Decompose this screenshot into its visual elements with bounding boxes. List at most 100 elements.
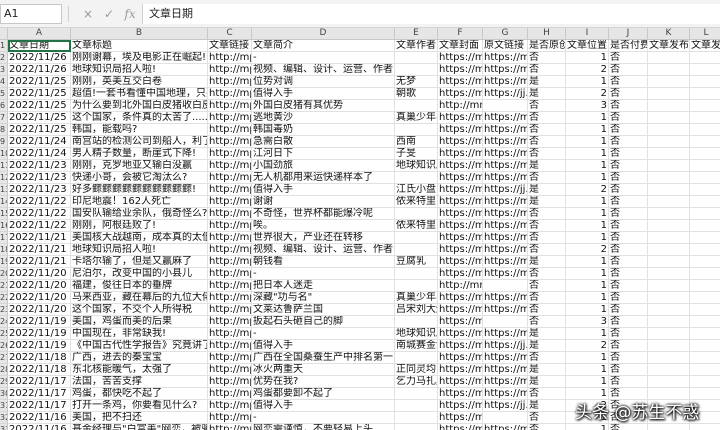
column-header-i[interactable]: I xyxy=(566,28,609,40)
table-cell[interactable]: 是 xyxy=(528,256,566,268)
table-cell[interactable]: 急需白散 xyxy=(252,136,395,148)
table-cell[interactable]: 1 xyxy=(566,376,609,388)
table-cell[interactable] xyxy=(395,244,438,256)
column-header-f[interactable]: F xyxy=(438,28,483,40)
table-cell[interactable]: http://mp. xyxy=(208,424,252,430)
row-header[interactable]: 7 xyxy=(0,112,8,124)
table-cell[interactable]: 2022/11/26 xyxy=(8,64,71,76)
table-cell[interactable]: http://mp. xyxy=(208,220,252,232)
table-cell[interactable]: 2022/11/19 xyxy=(8,316,71,328)
row-header[interactable]: 16 xyxy=(0,220,8,232)
table-cell[interactable]: https://mm xyxy=(438,292,483,304)
table-cell[interactable]: 否 xyxy=(528,52,566,64)
table-cell[interactable]: http://mp. xyxy=(208,280,252,292)
table-cell[interactable] xyxy=(690,364,720,376)
table-cell[interactable]: 2022/11/18 xyxy=(8,352,71,364)
table-cell[interactable]: 否 xyxy=(609,304,648,316)
table-cell[interactable]: http://mp. xyxy=(208,52,252,64)
table-cell[interactable]: 把日本人迷走 xyxy=(252,280,395,292)
table-cell[interactable]: 2022/11/20 xyxy=(8,280,71,292)
table-cell[interactable]: 地球知识局 xyxy=(395,328,438,340)
table-cell[interactable]: https://mp xyxy=(483,208,528,220)
table-cell[interactable]: 刚刚，英美互交白卷 xyxy=(71,76,208,88)
table-cell[interactable]: 2022/11/20 xyxy=(8,268,71,280)
table-cell[interactable]: 刚刚谢幕，埃及电影正在崛起! xyxy=(71,52,208,64)
table-cell[interactable]: 否 xyxy=(528,124,566,136)
table-cell[interactable]: 南城赛金剑 xyxy=(395,340,438,352)
table-cell[interactable]: 卡塔尔输了，但是又赢麻了 xyxy=(71,256,208,268)
table-cell[interactable]: 这个国家，条件真的太苦了...... xyxy=(71,112,208,124)
table-cell[interactable]: 国安队输给业余队，俄奇怪么? xyxy=(71,208,208,220)
table-cell[interactable]: https://mp xyxy=(483,352,528,364)
table-cell[interactable] xyxy=(690,256,720,268)
row-header[interactable]: 22 xyxy=(0,292,8,304)
table-cell[interactable]: http://mp. xyxy=(208,124,252,136)
table-cell[interactable] xyxy=(395,208,438,220)
table-cell[interactable]: 否 xyxy=(609,184,648,196)
table-cell[interactable]: 扳起石头砸自己的脚 xyxy=(252,316,395,328)
table-cell[interactable]: 文莱达鲁萨兰国 xyxy=(252,304,395,316)
table-cell[interactable] xyxy=(690,136,720,148)
table-cell[interactable] xyxy=(395,64,438,76)
table-cell[interactable]: 2022/11/21 xyxy=(8,244,71,256)
row-header[interactable]: 12 xyxy=(0,172,8,184)
table-cell[interactable] xyxy=(395,424,438,430)
table-cell[interactable]: 2022/11/25 xyxy=(8,112,71,124)
header-cell[interactable]: 文章位置 xyxy=(566,40,609,52)
table-cell[interactable]: 2022/11/23 xyxy=(8,160,71,172)
table-cell[interactable]: 值得入手 xyxy=(252,400,395,412)
table-cell[interactable]: 2022/11/21 xyxy=(8,256,71,268)
table-cell[interactable]: http://mp. xyxy=(208,400,252,412)
table-cell[interactable] xyxy=(648,64,690,76)
table-cell[interactable]: https://jj.yo xyxy=(483,88,528,100)
table-cell[interactable]: 广西，进去的秦宝宝 xyxy=(71,352,208,364)
spreadsheet-grid[interactable]: ABCDEFGHIJKLM1文章日期文章标题文章链接文章简介文章作者文章封面原文… xyxy=(0,28,720,430)
table-cell[interactable]: 是 xyxy=(528,376,566,388)
table-cell[interactable]: https://mm xyxy=(438,160,483,172)
table-cell[interactable] xyxy=(483,100,528,112)
table-cell[interactable] xyxy=(690,232,720,244)
table-cell[interactable]: 否 xyxy=(609,160,648,172)
table-cell[interactable]: 朝歌 xyxy=(395,88,438,100)
row-header[interactable]: 10 xyxy=(0,148,8,160)
table-cell[interactable]: 网恋需谨慎，不要轻易上头 xyxy=(252,424,395,430)
table-cell[interactable]: 鸡蛋，都快吃不起了 xyxy=(71,388,208,400)
table-cell[interactable] xyxy=(395,316,438,328)
table-cell[interactable]: 2022/11/24 xyxy=(8,148,71,160)
header-cell[interactable]: 文章链接 xyxy=(208,40,252,52)
table-cell[interactable]: 快递小哥，会被它淘汰么? xyxy=(71,172,208,184)
table-cell[interactable] xyxy=(648,328,690,340)
table-cell[interactable]: https://mp xyxy=(483,112,528,124)
table-cell[interactable]: 基金经理与"白富美"网恋，被骗走 xyxy=(71,424,208,430)
table-cell[interactable]: 地球知识局招人啦! xyxy=(71,244,208,256)
table-cell[interactable]: 刚刚，克罗地亚又输白没赢 xyxy=(71,160,208,172)
row-header[interactable]: 23 xyxy=(0,304,8,316)
table-cell[interactable] xyxy=(648,112,690,124)
table-cell[interactable]: 1 xyxy=(566,304,609,316)
table-cell[interactable] xyxy=(395,52,438,64)
row-header[interactable]: 14 xyxy=(0,196,8,208)
table-cell[interactable]: http://mp. xyxy=(208,100,252,112)
table-cell[interactable] xyxy=(690,52,720,64)
table-cell[interactable]: https://mp xyxy=(483,424,528,430)
table-cell[interactable]: http://mp. xyxy=(208,184,252,196)
table-cell[interactable]: 否 xyxy=(609,244,648,256)
table-cell[interactable]: 1 xyxy=(566,124,609,136)
table-cell[interactable]: 1 xyxy=(566,268,609,280)
header-cell[interactable]: 文章发布时间 xyxy=(648,40,690,52)
table-cell[interactable]: 冰火两重天 xyxy=(252,364,395,376)
table-cell[interactable]: https://jj.yo xyxy=(483,400,528,412)
table-cell[interactable] xyxy=(690,220,720,232)
table-cell[interactable]: 2 xyxy=(566,184,609,196)
row-header[interactable]: 9 xyxy=(0,136,8,148)
table-cell[interactable]: https://mp xyxy=(483,232,528,244)
table-cell[interactable] xyxy=(690,208,720,220)
table-cell[interactable] xyxy=(690,340,720,352)
table-cell[interactable]: http://mp. xyxy=(208,316,252,328)
table-cell[interactable]: 地球知识局招人啦! xyxy=(71,64,208,76)
table-cell[interactable]: 江河日下 xyxy=(252,148,395,160)
table-cell[interactable]: 1 xyxy=(566,388,609,400)
table-cell[interactable]: 否 xyxy=(609,64,648,76)
table-cell[interactable]: 是 xyxy=(528,160,566,172)
table-cell[interactable]: https://mmbiz.qpic.cn xyxy=(483,64,528,76)
